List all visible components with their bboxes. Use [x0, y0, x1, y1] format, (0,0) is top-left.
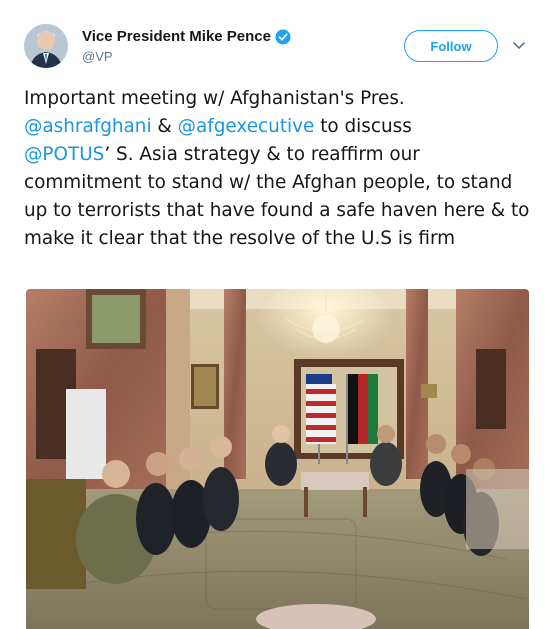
mention-ashrafghani[interactable]: @ashrafghani — [24, 116, 152, 137]
tweet-header: Vice President Mike Pence @VP Follow — [24, 24, 534, 72]
display-name[interactable]: Vice President Mike Pence — [82, 28, 291, 45]
follow-button[interactable]: Follow — [404, 30, 498, 62]
display-name-text: Vice President Mike Pence — [82, 28, 271, 45]
tweet-text-segment: to discuss — [314, 116, 412, 137]
mention-afgexecutive[interactable]: @afgexecutive — [178, 116, 315, 137]
tweet-text-amp: & — [151, 116, 178, 137]
user-info: Vice President Mike Pence @VP — [82, 28, 291, 64]
user-handle[interactable]: @VP — [82, 49, 291, 64]
avatar[interactable] — [24, 24, 68, 68]
mention-potus[interactable]: @POTUS — [24, 144, 104, 165]
tweet-photo[interactable] — [26, 289, 529, 629]
meeting-room-photo — [26, 289, 529, 629]
tweet-text-line1: Important meeting w/ Afghanistan's Pres. — [24, 88, 405, 109]
verified-badge-icon — [275, 29, 291, 44]
tweet-text: Important meeting w/ Afghanistan's Pres.… — [24, 85, 534, 253]
chevron-down-icon[interactable] — [510, 36, 528, 54]
